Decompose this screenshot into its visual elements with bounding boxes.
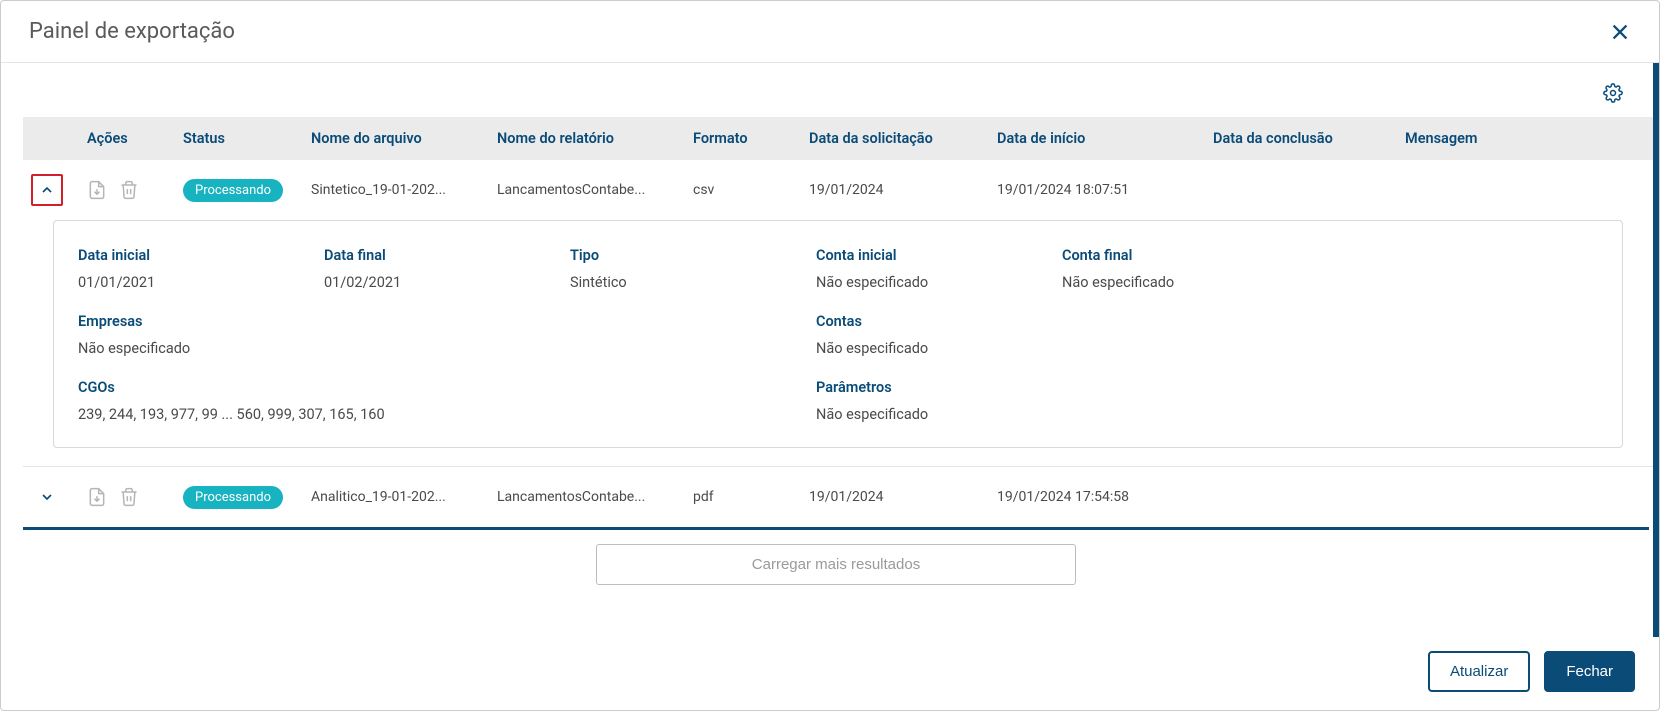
cell-mensagem (1397, 467, 1653, 528)
cell-formato: pdf (685, 467, 801, 528)
lbl-data-inicial: Data inicial (78, 239, 324, 264)
val-contas: Não especificado (816, 340, 1062, 361)
cell-nome-arquivo: Analitico_19-01-202... (303, 467, 489, 528)
cell-data-solicitacao: 19/01/2024 (801, 467, 989, 528)
download-icon[interactable] (87, 487, 107, 507)
cell-mensagem (1397, 160, 1653, 220)
val-empresas: Não especificado (78, 340, 816, 361)
row-collapse-toggle[interactable] (31, 174, 63, 206)
status-badge: Processando (183, 486, 283, 509)
trash-icon[interactable] (119, 487, 139, 507)
details-box: Data inicial Data final Tipo Conta inici… (53, 220, 1623, 448)
lbl-tipo: Tipo (570, 239, 816, 264)
lbl-empresas: Empresas (78, 305, 816, 330)
lbl-data-final: Data final (324, 239, 570, 264)
col-formato[interactable]: Formato (685, 117, 801, 160)
cell-data-inicio: 19/01/2024 18:07:51 (989, 160, 1205, 220)
val-cgos: 239, 244, 193, 977, 99 ... 560, 999, 307… (78, 406, 816, 427)
col-mensagem[interactable]: Mensagem (1397, 117, 1653, 160)
val-parametros: Não especificado (816, 406, 1062, 427)
cell-nome-relatorio: LancamentosContabe... (489, 467, 685, 528)
gear-icon[interactable] (1603, 83, 1623, 103)
trash-icon[interactable] (119, 180, 139, 200)
row-expand-toggle[interactable] (31, 481, 63, 513)
modal-body: Ações Status Nome do arquivo Nome do rel… (1, 63, 1659, 637)
modal-header: Painel de exportação (1, 1, 1659, 63)
table-row: Processando Sintetico_19-01-202... Lanca… (23, 160, 1653, 220)
close-icon[interactable] (1609, 21, 1631, 43)
modal-title: Painel de exportação (29, 19, 235, 44)
download-icon[interactable] (87, 180, 107, 200)
refresh-button[interactable]: Atualizar (1428, 651, 1530, 692)
val-data-inicial: 01/01/2021 (78, 274, 324, 295)
lbl-conta-final: Conta final (1062, 239, 1308, 264)
status-badge: Processando (183, 179, 283, 202)
col-acoes[interactable]: Ações (79, 117, 175, 160)
col-data-inicio[interactable]: Data de início (989, 117, 1205, 160)
chevron-down-icon (39, 489, 55, 505)
val-conta-final: Não especificado (1062, 274, 1308, 295)
modal-footer: Atualizar Fechar (1, 637, 1659, 710)
chevron-up-icon (39, 182, 55, 198)
table-row: Processando Analitico_19-01-202... Lanca… (23, 467, 1653, 528)
cell-data-conclusao (1205, 467, 1397, 528)
lbl-contas: Contas (816, 305, 1062, 330)
lbl-cgos: CGOs (78, 371, 816, 396)
cell-nome-relatorio: LancamentosContabe... (489, 160, 685, 220)
close-button[interactable]: Fechar (1544, 651, 1635, 692)
cell-data-inicio: 19/01/2024 17:54:58 (989, 467, 1205, 528)
col-data-conclusao[interactable]: Data da conclusão (1205, 117, 1397, 160)
col-status[interactable]: Status (175, 117, 303, 160)
col-nome-relatorio[interactable]: Nome do relatório (489, 117, 685, 160)
val-conta-inicial: Não especificado (816, 274, 1062, 295)
lbl-parametros: Parâmetros (816, 371, 1062, 396)
cell-nome-arquivo: Sintetico_19-01-202... (303, 160, 489, 220)
cell-data-solicitacao: 19/01/2024 (801, 160, 989, 220)
col-data-solicitacao[interactable]: Data da solicitação (801, 117, 989, 160)
export-table: Ações Status Nome do arquivo Nome do rel… (23, 117, 1653, 527)
cell-formato: csv (685, 160, 801, 220)
cell-data-conclusao (1205, 160, 1397, 220)
load-more-button[interactable]: Carregar mais resultados (596, 544, 1076, 585)
lbl-conta-inicial: Conta inicial (816, 239, 1062, 264)
val-tipo: Sintético (570, 274, 816, 295)
row-details: Data inicial Data final Tipo Conta inici… (23, 220, 1653, 467)
export-panel-modal: Painel de exportação Ações Status (0, 0, 1660, 711)
col-nome-arquivo[interactable]: Nome do arquivo (303, 117, 489, 160)
val-data-final: 01/02/2021 (324, 274, 570, 295)
